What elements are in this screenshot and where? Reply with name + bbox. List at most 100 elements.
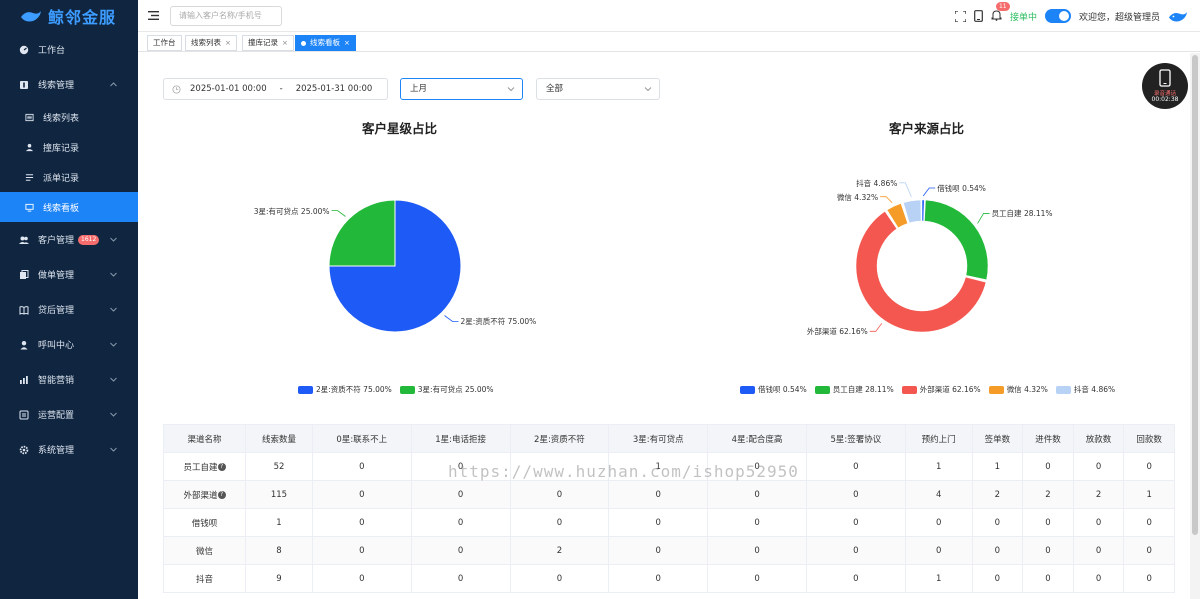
column-header: 0星:联系不上: [311, 424, 412, 453]
app-logo[interactable]: 鲸邻金服: [0, 0, 138, 32]
legend-label: 3星:有可贷点 25.00%: [417, 385, 494, 394]
tab-1[interactable]: 线索列表 ×: [185, 35, 237, 51]
tab-2[interactable]: 撞库记录 ×: [242, 35, 294, 51]
legend-swatch: [988, 385, 1004, 394]
sidebar-item-1[interactable]: 线索管理: [0, 67, 138, 102]
sidebar-item-label: 运营配置: [38, 411, 75, 421]
column-header: 回款数: [1123, 424, 1175, 453]
legend-item[interactable]: 外部渠道 62.16%: [901, 384, 981, 395]
order-status-toggle[interactable]: [1044, 9, 1071, 23]
sidebar-subitem-1[interactable]: 撞库记录: [0, 132, 138, 162]
chevron-down-icon: [110, 342, 117, 347]
legend-swatch: [1055, 385, 1071, 394]
search-input[interactable]: 请输入客户名称/手机号: [170, 6, 282, 26]
chevron-down-icon: [110, 307, 117, 312]
table-cell: 0: [707, 480, 807, 509]
channel-name: 微信: [196, 546, 214, 557]
legend-item[interactable]: 借钱呗 0.54%: [740, 384, 807, 395]
table-cell: 0: [904, 508, 973, 537]
table-row: 员工自建? 52 0 0 1 0 0 1 1 0 0 0: [162, 452, 1175, 481]
sidebar-item-5[interactable]: 呼叫中心: [0, 327, 138, 362]
tab-label: 线索列表: [191, 38, 221, 47]
sidebar-item-label: 贷后管理: [38, 306, 75, 316]
chevron-down-icon: [110, 412, 117, 417]
column-header: 1星:电话拒接: [410, 424, 511, 453]
notification-bell[interactable]: 11: [991, 1, 1010, 24]
table-cell: 1: [971, 452, 1024, 481]
table-cell: 0: [509, 480, 610, 509]
sidebar-subitem-0[interactable]: 线索列表: [0, 102, 138, 132]
chevron-down-icon: [110, 237, 117, 242]
sidebar-item-2[interactable]: 客户管理 1612: [0, 222, 138, 257]
scrollbar-thumb[interactable]: [1192, 55, 1198, 535]
close-icon[interactable]: ×: [344, 39, 350, 47]
agent-icon: [20, 340, 28, 349]
slice-label: 员工自建 28.11%: [991, 209, 1053, 219]
pie-slice[interactable]: [328, 199, 396, 267]
order-icon: [20, 269, 29, 279]
sidebar-item-6[interactable]: 智能营销: [0, 362, 138, 397]
list-icon: [25, 113, 34, 121]
table-cell: 4: [904, 480, 973, 509]
sidebar-item-label: 工作台: [38, 46, 66, 56]
table-cell: 0: [1123, 536, 1175, 565]
sidebar-item-7[interactable]: 运营配置: [0, 397, 138, 432]
page-scrollbar[interactable]: [1190, 53, 1200, 599]
table-cell: 0: [311, 508, 412, 537]
close-icon[interactable]: ×: [282, 39, 288, 47]
column-header: 放款数: [1072, 424, 1125, 453]
help-icon[interactable]: ?: [217, 463, 226, 471]
sidebar-subitem-2[interactable]: 派单记录: [0, 162, 138, 192]
legend-label: 外部渠道 62.16%: [919, 385, 981, 394]
help-icon[interactable]: ?: [217, 491, 226, 499]
legend-item[interactable]: 2星:资质不符 75.00%: [298, 384, 392, 395]
table-cell: 0: [1072, 452, 1125, 481]
table-row: 抖音 9 0 0 0 0 0 0 1 0 0 0 0: [162, 564, 1175, 593]
sidebar-item-4[interactable]: 贷后管理: [0, 292, 138, 327]
column-header: 渠道名称: [162, 424, 247, 453]
table-cell: 0: [608, 480, 709, 509]
sidebar-item-label: 线索管理: [38, 81, 75, 91]
slice-label: 2星:资质不符 75.00%: [460, 317, 537, 327]
legend-item[interactable]: 微信 4.32%: [988, 384, 1048, 395]
table-cell: 0: [1022, 452, 1074, 481]
channel-name-cell: 借钱呗: [162, 508, 247, 537]
fullscreen-icon[interactable]: [954, 10, 966, 22]
sidebar-subitem-3[interactable]: 线索看板: [0, 192, 138, 222]
sidebar-item-8[interactable]: 系统管理: [0, 432, 138, 467]
table-cell: 1: [904, 564, 973, 593]
app-name: 鲸邻金服: [48, 8, 117, 27]
column-header: 2星:资质不符: [509, 424, 610, 453]
sidebar-item-0[interactable]: 工作台: [0, 32, 138, 67]
legend-swatch: [399, 385, 415, 394]
legend-item[interactable]: 员工自建 28.11%: [814, 384, 894, 395]
close-icon[interactable]: ×: [225, 39, 231, 47]
sidebar-item-3[interactable]: 做单管理: [0, 257, 138, 292]
table-cell: 1: [245, 508, 313, 537]
channel-name-cell: 抖音: [162, 564, 247, 593]
table-cell: 0: [410, 508, 511, 537]
table-cell: 52: [245, 452, 313, 481]
channel-name: 外部渠道: [183, 490, 218, 501]
avatar[interactable]: [1168, 10, 1188, 23]
column-header: 进件数: [1022, 424, 1074, 453]
table-cell: 0: [805, 536, 906, 565]
charts-canvas: [328, 182, 990, 333]
table-cell: [509, 452, 610, 481]
column-header: 3星:有可贷点: [608, 424, 709, 453]
whale-logo-icon: [21, 11, 41, 22]
table-cell: 0: [971, 508, 1024, 537]
legend-item[interactable]: 抖音 4.86%: [1055, 384, 1115, 395]
pie-slice[interactable]: [921, 199, 925, 222]
pie-slice[interactable]: [924, 199, 989, 281]
menu-toggle-icon[interactable]: [148, 10, 159, 21]
dashboard-icon: [19, 45, 29, 54]
table-body: 员工自建? 52 0 0 1 0 0 1 1 0 0 0 外部渠道? 115 0 0 0 0 0 0 4 2 2 2 1 借钱呗 1…: [162, 452, 1175, 593]
channel-name: 员工自建: [183, 462, 218, 473]
slice-label: 借钱呗 0.54%: [937, 184, 986, 193]
tab-0[interactable]: 工作台: [147, 35, 182, 51]
sidebar-subitem-label: 派单记录: [43, 173, 80, 184]
mobile-icon[interactable]: [974, 10, 983, 22]
legend-item[interactable]: 3星:有可贷点 25.00%: [399, 384, 494, 395]
tab-3[interactable]: 线索看板 ×: [295, 35, 356, 51]
